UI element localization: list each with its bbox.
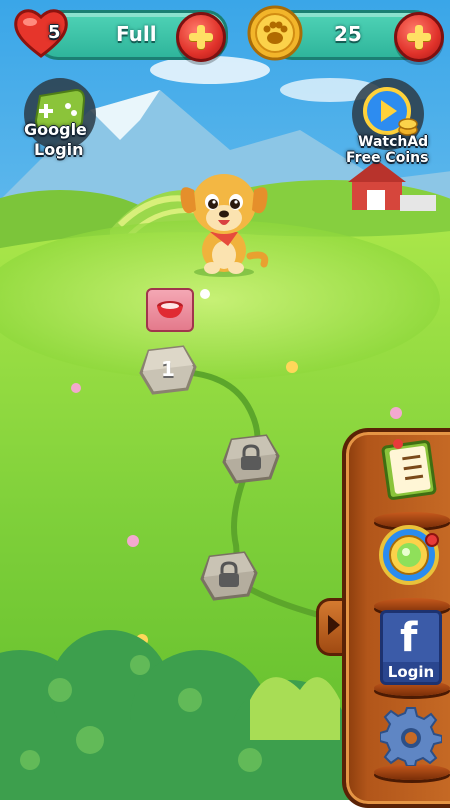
google-login-label-line2: Login	[34, 140, 84, 159]
puppy-character	[180, 174, 269, 277]
dog-bowl-icon	[157, 301, 183, 318]
lives-count: 5	[48, 22, 61, 43]
google-login-button[interactable]: Google Login	[20, 78, 98, 160]
gear-icon	[379, 707, 443, 767]
google-login-label-line1: Google	[24, 120, 87, 139]
add-coins-button[interactable]	[394, 12, 444, 62]
coins-count: 25	[334, 22, 362, 46]
lock-icon	[241, 444, 261, 470]
lives-status: Full	[116, 22, 157, 46]
dog-bowl-marker[interactable]	[146, 288, 194, 332]
gem-orb-button[interactable]	[376, 522, 442, 588]
settings-button[interactable]	[379, 704, 443, 767]
quests-button[interactable]	[376, 436, 442, 502]
level-1-number: 1	[161, 357, 175, 381]
heart-icon	[14, 9, 68, 58]
add-lives-button[interactable]	[176, 12, 226, 62]
lock-icon	[219, 561, 239, 587]
paw-coin-icon	[247, 5, 303, 61]
level-3-locked[interactable]	[200, 551, 258, 601]
checklist-icon	[381, 439, 437, 500]
facebook-icon: f	[380, 610, 442, 668]
level-2-locked[interactable]	[222, 434, 280, 484]
facebook-login-label: Login	[380, 662, 442, 685]
shelf	[374, 764, 450, 780]
level-1-button[interactable]: 1	[139, 345, 197, 395]
facebook-letter: f	[400, 615, 418, 661]
watch-ad-label-line1: WatchAd	[358, 134, 429, 150]
watch-ad-button[interactable]: WatchAd Free Coins	[344, 76, 440, 166]
facebook-login-button[interactable]: f Login	[380, 610, 442, 685]
watch-ad-label-line2: Free Coins	[346, 150, 429, 166]
gem-orb-icon	[379, 525, 439, 585]
